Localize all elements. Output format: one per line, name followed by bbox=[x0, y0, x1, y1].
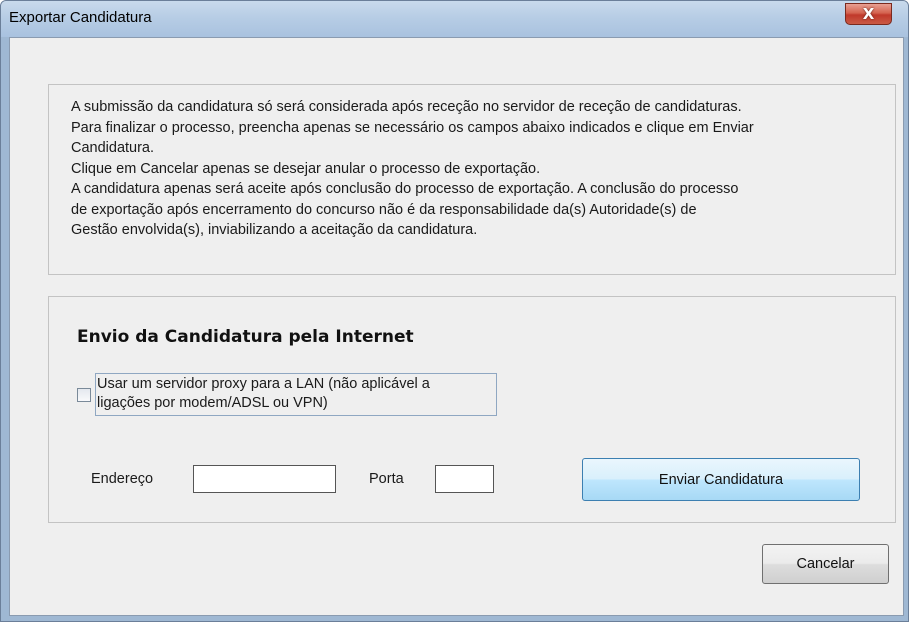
export-dialog-window: Exportar Candidatura X A submissão da ca… bbox=[0, 0, 909, 622]
proxy-option[interactable]: Usar um servidor proxy para a LAN (não a… bbox=[77, 373, 497, 416]
address-label: Endereço bbox=[91, 471, 154, 487]
title-bar[interactable]: Exportar Candidatura X bbox=[1, 1, 908, 37]
dialog-client-area: A submissão da candidatura só será consi… bbox=[9, 37, 904, 616]
cancel-button[interactable]: Cancelar bbox=[762, 544, 889, 584]
port-label: Porta bbox=[369, 471, 404, 487]
info-line: Para finalizar o processo, preencha apen… bbox=[71, 119, 754, 136]
port-input[interactable] bbox=[435, 465, 494, 493]
window-title: Exportar Candidatura bbox=[9, 9, 152, 26]
close-button[interactable]: X bbox=[845, 3, 892, 25]
info-line: A candidatura apenas será aceite após co… bbox=[71, 181, 739, 197]
info-line: de exportação após encerramento do concu… bbox=[71, 201, 697, 218]
info-line: Gestão envolvida(s), inviabilizando a ac… bbox=[71, 222, 478, 238]
info-line: A submissão da candidatura só será consi… bbox=[71, 99, 742, 115]
close-icon: X bbox=[862, 4, 875, 23]
info-line: Candidatura. bbox=[71, 140, 155, 156]
proxy-label-line: ligações por modem/ADSL ou VPN) bbox=[97, 395, 328, 411]
proxy-label-line: Usar um servidor proxy para a LAN (não a… bbox=[97, 376, 430, 392]
section-title: Envio da Candidatura pela Internet bbox=[77, 327, 414, 347]
internet-send-panel: Envio da Candidatura pela Internet Usar … bbox=[48, 296, 896, 523]
info-line: Clique em Cancelar apenas se desejar anu… bbox=[71, 160, 541, 177]
send-candidacy-button[interactable]: Enviar Candidatura bbox=[582, 458, 860, 501]
address-input[interactable] bbox=[193, 465, 336, 493]
proxy-checkbox-label[interactable]: Usar um servidor proxy para a LAN (não a… bbox=[95, 373, 497, 416]
proxy-checkbox[interactable] bbox=[77, 387, 91, 402]
info-panel: A submissão da candidatura só será consi… bbox=[48, 84, 896, 275]
